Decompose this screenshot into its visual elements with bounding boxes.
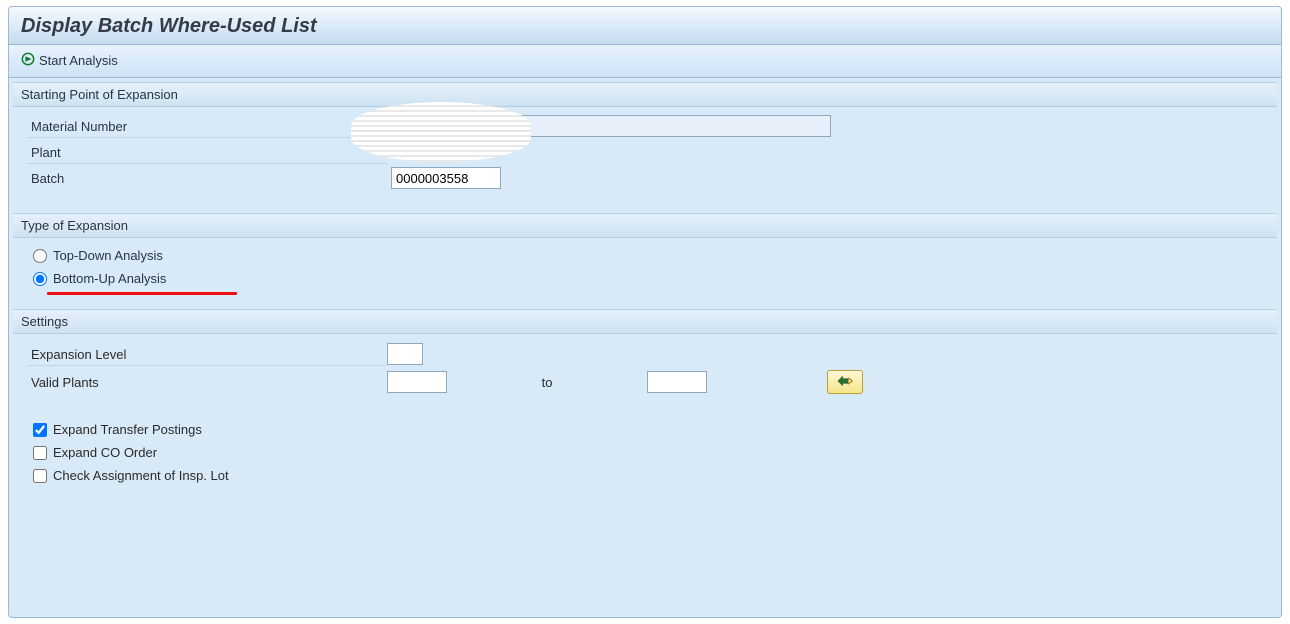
batch-input[interactable] xyxy=(391,167,501,189)
plant-label: Plant xyxy=(27,141,387,164)
start-analysis-label: Start Analysis xyxy=(39,53,118,68)
valid-plants-label: Valid Plants xyxy=(27,371,387,393)
valid-plants-to-input[interactable] xyxy=(647,371,707,393)
checkbox-transfer-postings[interactable]: Expand Transfer Postings xyxy=(27,418,1267,441)
group-type-expansion: Type of Expansion Top-Down Analysis Bott… xyxy=(13,213,1277,301)
toolbar: Start Analysis xyxy=(8,45,1282,78)
to-label: to xyxy=(447,375,647,390)
group-type-expansion-title: Type of Expansion xyxy=(13,213,1277,238)
highlight-underline xyxy=(47,292,237,295)
radio-top-down[interactable]: Top-Down Analysis xyxy=(27,244,1267,267)
radio-top-down-label: Top-Down Analysis xyxy=(53,248,163,263)
group-starting-point: Starting Point of Expansion Material Num… xyxy=(13,82,1277,205)
redacted-overlay xyxy=(351,102,531,162)
execute-icon xyxy=(21,52,35,69)
multiple-selection-button[interactable] xyxy=(827,370,863,394)
radio-bottom-up[interactable]: Bottom-Up Analysis xyxy=(27,267,1267,290)
checkbox-co-order[interactable]: Expand CO Order xyxy=(27,441,1267,464)
checkbox-insp-lot-label: Check Assignment of Insp. Lot xyxy=(53,468,229,483)
title-bar: Display Batch Where-Used List xyxy=(8,6,1282,45)
multiple-selection-icon xyxy=(837,374,853,391)
radio-top-down-input[interactable] xyxy=(33,249,47,263)
group-settings-title: Settings xyxy=(13,309,1277,334)
radio-bottom-up-label: Bottom-Up Analysis xyxy=(53,271,166,286)
expansion-level-label: Expansion Level xyxy=(27,343,387,366)
checkbox-transfer-postings-input[interactable] xyxy=(33,423,47,437)
checkbox-co-order-input[interactable] xyxy=(33,446,47,460)
start-analysis-button[interactable]: Start Analysis xyxy=(17,50,122,71)
batch-label: Batch xyxy=(27,167,387,189)
checkbox-co-order-label: Expand CO Order xyxy=(53,445,157,460)
radio-bottom-up-input[interactable] xyxy=(33,272,47,286)
checkbox-transfer-postings-label: Expand Transfer Postings xyxy=(53,422,202,437)
group-settings: Settings Expansion Level Valid Plants to xyxy=(13,309,1277,501)
page-title: Display Batch Where-Used List xyxy=(21,15,1271,38)
expansion-level-input[interactable] xyxy=(387,343,423,365)
material-number-label: Material Number xyxy=(27,115,387,138)
group-starting-point-title: Starting Point of Expansion xyxy=(13,82,1277,107)
valid-plants-from-input[interactable] xyxy=(387,371,447,393)
checkbox-insp-lot[interactable]: Check Assignment of Insp. Lot xyxy=(27,464,1267,487)
checkbox-insp-lot-input[interactable] xyxy=(33,469,47,483)
work-area: Starting Point of Expansion Material Num… xyxy=(8,78,1282,618)
app-screen: Display Batch Where-Used List Start Anal… xyxy=(0,0,1290,624)
